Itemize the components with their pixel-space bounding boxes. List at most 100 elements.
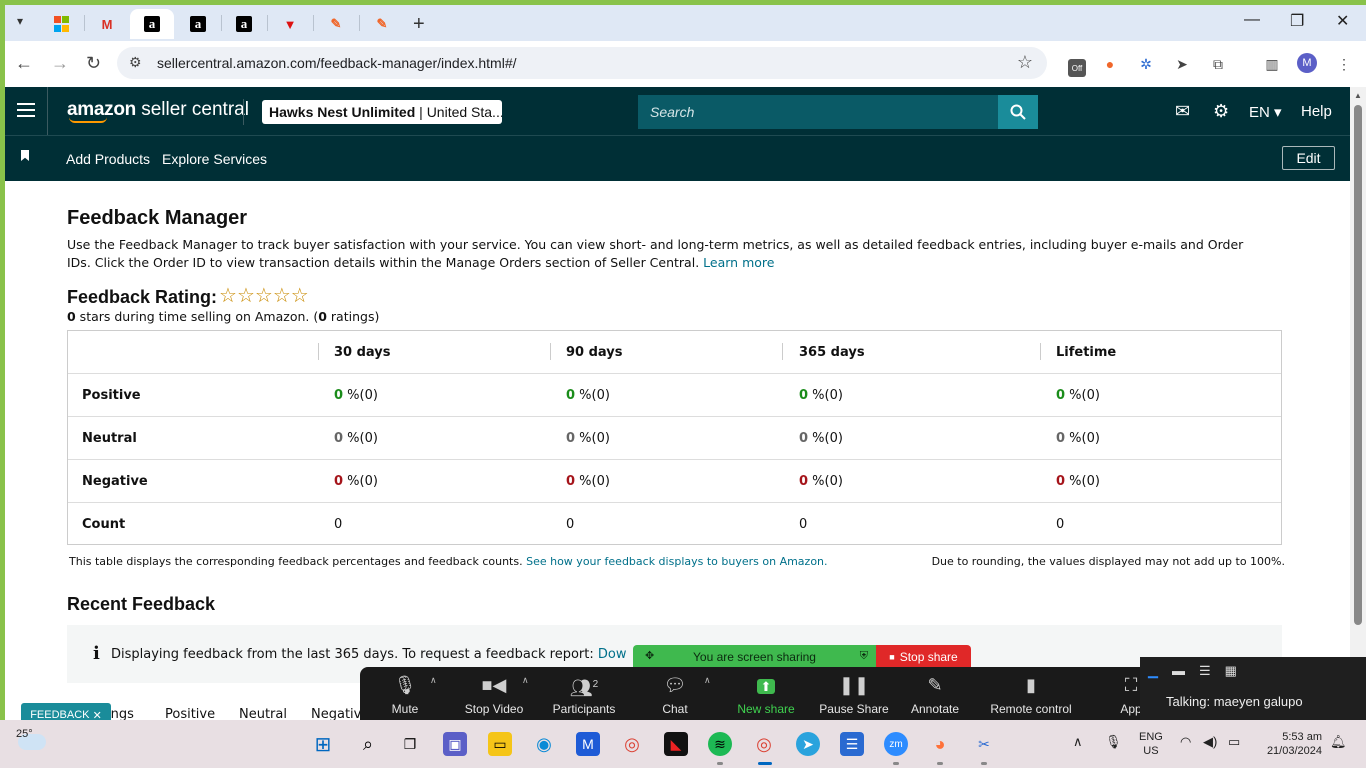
- chevron-up-icon[interactable]: ∧: [704, 675, 711, 686]
- notification-bell-icon[interactable]: 🔔︎: [1330, 734, 1347, 750]
- extension-globe-icon[interactable]: ✲: [1137, 55, 1155, 73]
- tab-amazon-2[interactable]: a: [176, 9, 220, 39]
- tab-microsoft[interactable]: [39, 9, 83, 39]
- feedback-display-link[interactable]: See how your feedback displays to buyers…: [526, 555, 827, 568]
- chevron-up-icon[interactable]: ∧: [1073, 734, 1083, 750]
- reload-icon[interactable]: ↻: [86, 53, 101, 74]
- sidepanel-icon[interactable]: ▥: [1263, 55, 1281, 73]
- tab-app-1[interactable]: ✎: [314, 9, 358, 39]
- tab-app-2[interactable]: ✎: [360, 9, 404, 39]
- chrome-profile-icon[interactable]: ◎: [752, 732, 776, 756]
- download-report-link[interactable]: Dow: [598, 647, 627, 662]
- tab-search-icon[interactable]: ▾: [11, 12, 29, 30]
- new-tab-icon[interactable]: +: [413, 13, 425, 36]
- minimize-icon[interactable]: —: [1244, 11, 1260, 29]
- extension-arrow-icon[interactable]: ➤: [1173, 55, 1191, 73]
- scroll-up-icon[interactable]: ▲: [1354, 91, 1362, 100]
- tab-vivaldi[interactable]: ▼: [268, 9, 312, 39]
- drag-icon[interactable]: ✥: [645, 649, 654, 662]
- language-indicator[interactable]: ENG US: [1139, 730, 1163, 758]
- address-bar[interactable]: ⚙ sellercentral.amazon.com/feedback-mana…: [117, 47, 1047, 79]
- tab-amazon-active[interactable]: a: [130, 9, 174, 39]
- bookmark-icon[interactable]: [21, 150, 29, 161]
- tab-gmail[interactable]: M: [85, 9, 129, 39]
- row-label: Count: [82, 517, 126, 532]
- app-ms-icon[interactable]: M: [576, 732, 600, 756]
- pause-share-button[interactable]: ❚❚ Pause Share: [809, 673, 899, 716]
- screen-sharing-indicator[interactable]: ✥ You are screen sharing ⛨: [633, 645, 876, 669]
- close-window-icon[interactable]: ✕: [1336, 11, 1349, 31]
- explore-services-link[interactable]: Explore Services: [162, 151, 267, 167]
- rating-summary-end: ratings): [326, 309, 380, 324]
- task-view-icon[interactable]: ❐: [398, 732, 422, 756]
- profile-avatar[interactable]: M: [1297, 53, 1317, 73]
- site-info-icon[interactable]: ⚙: [129, 54, 142, 71]
- view-options: ▁ ▬ ☰ ▦: [1148, 663, 1237, 679]
- bookmark-star-icon[interactable]: ☆: [1017, 52, 1033, 73]
- speaker-view-icon[interactable]: ☰: [1199, 663, 1211, 679]
- chevron-up-icon[interactable]: ∧: [522, 675, 529, 686]
- add-products-link[interactable]: Add Products: [66, 151, 150, 167]
- firefox-icon[interactable]: ◕: [928, 732, 952, 756]
- forward-icon[interactable]: →: [51, 53, 69, 74]
- game-icon[interactable]: ◣: [664, 732, 688, 756]
- back-icon[interactable]: ←: [15, 53, 33, 74]
- cell-value: 0: [334, 388, 344, 403]
- edge-icon[interactable]: ◉: [532, 732, 556, 756]
- system-clock[interactable]: 5:53 am 21/03/2024: [1260, 730, 1322, 758]
- tab-neutral[interactable]: Neutral: [239, 707, 287, 720]
- page-description: Use the Feedback Manager to track buyer …: [67, 236, 1267, 272]
- minimize-view-icon[interactable]: ▁: [1148, 663, 1158, 679]
- rating-value: 0: [67, 309, 76, 324]
- snipping-tool-icon[interactable]: ✂: [972, 732, 996, 756]
- zoom-icon[interactable]: zm: [884, 732, 908, 756]
- volume-icon[interactable]: ◀): [1203, 734, 1217, 750]
- microphone-icon[interactable]: 🎙︎: [1105, 734, 1122, 750]
- participants-button[interactable]: 👥︎2 Participants: [539, 673, 629, 716]
- chevron-up-icon[interactable]: ∧: [430, 675, 437, 686]
- restore-icon[interactable]: ❐: [1290, 11, 1304, 31]
- mail-icon[interactable]: ✉: [1175, 101, 1190, 122]
- page-scrollbar[interactable]: ▲: [1350, 87, 1366, 720]
- remote-control-button[interactable]: ▮ Remote control: [986, 673, 1076, 716]
- tab-amazon-3[interactable]: a: [222, 9, 266, 39]
- annotate-button[interactable]: ✎ Annotate: [890, 673, 980, 716]
- browser-menu-icon[interactable]: ⋮: [1335, 55, 1353, 73]
- learn-more-link[interactable]: Learn more: [703, 255, 774, 270]
- gear-icon[interactable]: ⚙: [1213, 101, 1229, 122]
- tab-positive[interactable]: Positive: [165, 707, 215, 720]
- spotify-icon[interactable]: ≋: [708, 732, 732, 756]
- weather-temp[interactable]: 25°: [16, 728, 33, 740]
- apps-icon: ⛶: [1124, 675, 1138, 695]
- stop-share-button[interactable]: ■ Stop share: [876, 645, 971, 669]
- notes-icon[interactable]: ☰: [840, 732, 864, 756]
- search-icon[interactable]: ⌕: [356, 732, 380, 756]
- battery-icon[interactable]: ▭: [1228, 734, 1240, 750]
- extension-off-icon[interactable]: Off: [1068, 59, 1086, 77]
- search-input[interactable]: Search: [638, 95, 998, 129]
- apps-button[interactable]: ⛶ App: [1086, 673, 1140, 716]
- hamburger-menu-icon[interactable]: [17, 101, 35, 119]
- feedback-button[interactable]: FEEDBACK ✕: [21, 703, 111, 720]
- extension-fox-icon[interactable]: ●: [1101, 55, 1119, 73]
- windows-start-icon[interactable]: ⊞: [311, 732, 335, 756]
- teams-icon[interactable]: ▣: [443, 732, 467, 756]
- close-icon[interactable]: ✕: [93, 709, 102, 721]
- tab-all-ratings[interactable]: ings: [107, 707, 134, 720]
- new-share-button[interactable]: ⬆ New share: [721, 673, 811, 716]
- file-explorer-icon[interactable]: ▭: [488, 732, 512, 756]
- chrome-icon[interactable]: ◎: [620, 732, 644, 756]
- single-view-icon[interactable]: ▬: [1172, 663, 1185, 679]
- extensions-puzzle-icon[interactable]: ⧉: [1209, 55, 1227, 73]
- account-switcher[interactable]: Hawks Nest Unlimited | United Sta...: [262, 100, 502, 124]
- cell-value: 0: [1056, 388, 1066, 403]
- language-selector[interactable]: EN ▾: [1249, 103, 1282, 121]
- edit-button[interactable]: Edit: [1282, 146, 1335, 170]
- share-arrow-icon: ⬆: [721, 673, 811, 697]
- scroll-thumb[interactable]: [1354, 105, 1362, 625]
- search-button[interactable]: [998, 95, 1038, 129]
- telegram-icon[interactable]: ➤: [796, 732, 820, 756]
- wifi-icon[interactable]: ◠: [1180, 734, 1191, 750]
- gallery-view-icon[interactable]: ▦: [1225, 663, 1237, 679]
- help-link[interactable]: Help: [1301, 103, 1332, 120]
